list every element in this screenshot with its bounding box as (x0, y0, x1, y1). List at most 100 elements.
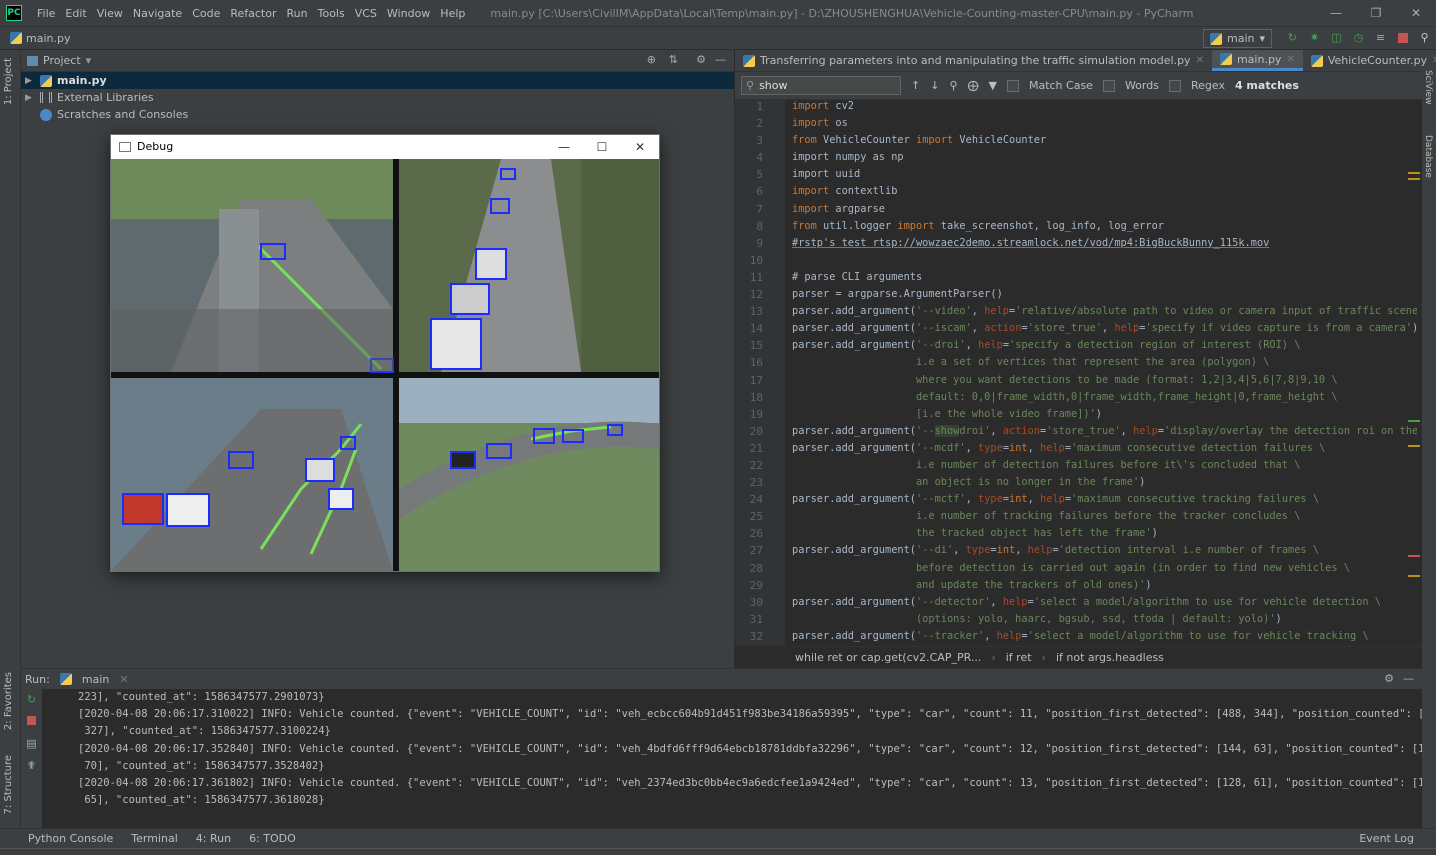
code-breadcrumb: while ret or cap.get(cv2.CAP_PR... › if … (735, 646, 1422, 668)
tree-item-label: main.py (57, 74, 107, 87)
window-title: main.py [C:\Users\CivilIM\AppData\Local\… (490, 6, 1194, 20)
collapse-all-icon[interactable]: ⇅ (669, 53, 678, 66)
profile-icon[interactable]: ◷ (1351, 30, 1366, 45)
hide-panel-icon[interactable]: — (1403, 672, 1414, 685)
video-frame-bottom-left (111, 378, 393, 571)
scroll-marker (1408, 575, 1420, 577)
editor-area: Transferring parameters into and manipul… (735, 50, 1436, 668)
close-tab-icon[interactable]: ✕ (1196, 55, 1204, 66)
event-log-button[interactable]: Event Log (1359, 832, 1414, 845)
menu-vcs[interactable]: VCS (350, 7, 382, 20)
stop-icon[interactable] (1395, 30, 1410, 45)
tab-traffic-simulation[interactable]: Transferring parameters into and manipul… (735, 50, 1212, 71)
project-view-icon (27, 55, 38, 66)
run-toolbar: ↻ ▤ ✟ (21, 689, 42, 828)
layout-icon[interactable]: ▤ (21, 733, 42, 755)
tab-main-py[interactable]: main.py ✕ (1211, 50, 1303, 71)
tab-todo[interactable]: 6: TODO (249, 832, 296, 845)
minimize-icon[interactable]: — (545, 135, 583, 158)
run-configuration-label: main (1226, 32, 1255, 45)
concurrency-icon[interactable]: ≡ (1373, 30, 1388, 45)
breadcrumb-separator-icon: › (991, 651, 996, 664)
menu-window[interactable]: Window (382, 7, 435, 20)
find-input[interactable]: ⚲ show (741, 76, 901, 95)
match-case-checkbox[interactable] (1006, 79, 1019, 92)
tab-run[interactable]: 4: Run (196, 832, 231, 845)
menu-file[interactable]: File (32, 7, 60, 20)
tree-item-external-libraries[interactable]: ▶ External Libraries (21, 89, 734, 106)
close-tab-icon[interactable]: ✕ (119, 673, 128, 686)
tab-vehiclecounter-py[interactable]: VehicleCounter.py ✕ (1303, 50, 1436, 71)
close-icon[interactable]: ✕ (621, 135, 659, 158)
menu-run[interactable]: Run (282, 7, 313, 20)
restore-icon[interactable]: ❐ (1356, 0, 1396, 26)
run-configuration-select[interactable]: main ▾ (1202, 29, 1272, 48)
run-tab-main[interactable]: main (82, 673, 109, 686)
stop-icon[interactable] (21, 711, 42, 733)
breadcrumb[interactable]: main.py (10, 32, 70, 45)
tool-tab-structure[interactable]: 7: Structure (3, 755, 14, 814)
next-occurrence-icon[interactable]: ↓ (930, 79, 939, 92)
title-bar: PC File Edit View Navigate Code Refactor… (0, 0, 1436, 26)
rerun-icon[interactable]: ↻ (21, 689, 42, 711)
build-icon[interactable]: ↻ (1285, 30, 1300, 45)
project-view-selector[interactable]: Project (43, 54, 81, 67)
menu-edit[interactable]: Edit (60, 7, 91, 20)
tree-item-scratches[interactable]: Scratches and Consoles (21, 106, 734, 123)
maximize-icon[interactable]: ☐ (583, 135, 621, 158)
tree-item-label: Scratches and Consoles (57, 108, 189, 121)
add-selection-icon[interactable]: ⨁ (968, 79, 979, 92)
hide-panel-icon[interactable]: — (715, 53, 726, 66)
tab-python-console[interactable]: Python Console (28, 832, 113, 845)
tool-tab-project[interactable]: 1: Project (3, 58, 14, 105)
debug-window-titlebar[interactable]: Debug — ☐ ✕ (111, 135, 659, 158)
menu-refactor[interactable]: Refactor (225, 7, 281, 20)
expand-arrow-icon[interactable]: ▶ (25, 93, 35, 103)
find-all-icon[interactable]: ⚲ (949, 79, 957, 92)
run-console[interactable]: 223], "counted_at": 1586347577.2901073} … (42, 689, 1422, 828)
minimize-icon[interactable]: — (1316, 0, 1356, 26)
run-label: Run: (25, 672, 50, 686)
close-tab-icon[interactable]: ✕ (1286, 54, 1294, 65)
console-line: [2020-04-08 20:06:17.352840] INFO: Vehic… (78, 742, 1422, 755)
tab-label: VehicleCounter.py (1327, 54, 1428, 67)
debug-window[interactable]: Debug — ☐ ✕ (110, 134, 660, 572)
regex-label: Regex (1190, 79, 1225, 92)
gear-icon[interactable]: ⚙ (696, 53, 706, 66)
chevron-down-icon[interactable]: ▾ (86, 54, 92, 67)
code-view[interactable]: import cv2 import os from VehicleCounter… (792, 100, 1417, 645)
tool-tab-favorites[interactable]: 2: Favorites (3, 672, 14, 730)
breadcrumb-item[interactable]: if not args.headless (1056, 651, 1164, 664)
search-icon[interactable]: ⚲ (1417, 30, 1432, 45)
status-bar (0, 848, 1436, 855)
close-tab-icon[interactable]: ✕ (1432, 55, 1436, 66)
tree-item-main-py[interactable]: ▶ main.py (21, 72, 734, 89)
locate-icon[interactable]: ⊕ (647, 53, 656, 66)
breadcrumb-item[interactable]: while ret or cap.get(cv2.CAP_PR... (795, 651, 981, 664)
gear-icon[interactable]: ⚙ (1384, 672, 1394, 685)
filter-icon[interactable]: ▼ (989, 79, 997, 92)
tree-item-label: External Libraries (57, 91, 154, 104)
tool-tab-database[interactable]: Database (1423, 135, 1433, 178)
menu-help[interactable]: Help (435, 7, 470, 20)
close-icon[interactable]: ✕ (1396, 0, 1436, 26)
expand-arrow-icon[interactable]: ▶ (25, 76, 35, 86)
breadcrumb-file[interactable]: main.py (26, 32, 70, 45)
breadcrumb-item[interactable]: if ret (1006, 651, 1032, 664)
scroll-marker (1408, 172, 1420, 174)
debug-icon[interactable]: ✷ (1307, 30, 1322, 45)
run-with-coverage-icon[interactable]: ◫ (1329, 30, 1344, 45)
pin-icon[interactable]: ✟ (21, 755, 42, 777)
menu-view[interactable]: View (92, 7, 128, 20)
menu-tools[interactable]: Tools (313, 7, 350, 20)
menu-code[interactable]: Code (187, 7, 225, 20)
tab-terminal[interactable]: Terminal (131, 832, 178, 845)
tool-tab-sciview[interactable]: SciView (1423, 70, 1433, 105)
words-checkbox[interactable] (1102, 79, 1115, 92)
menu-navigate[interactable]: Navigate (128, 7, 187, 20)
menu-bar: File Edit View Navigate Code Refactor Ru… (32, 7, 470, 20)
previous-occurrence-icon[interactable]: ↑ (911, 79, 920, 92)
regex-checkbox[interactable] (1168, 79, 1181, 92)
traffic-video-frames (111, 159, 659, 571)
run-panel-header: Run: main ✕ ⚙ — (21, 668, 1422, 689)
